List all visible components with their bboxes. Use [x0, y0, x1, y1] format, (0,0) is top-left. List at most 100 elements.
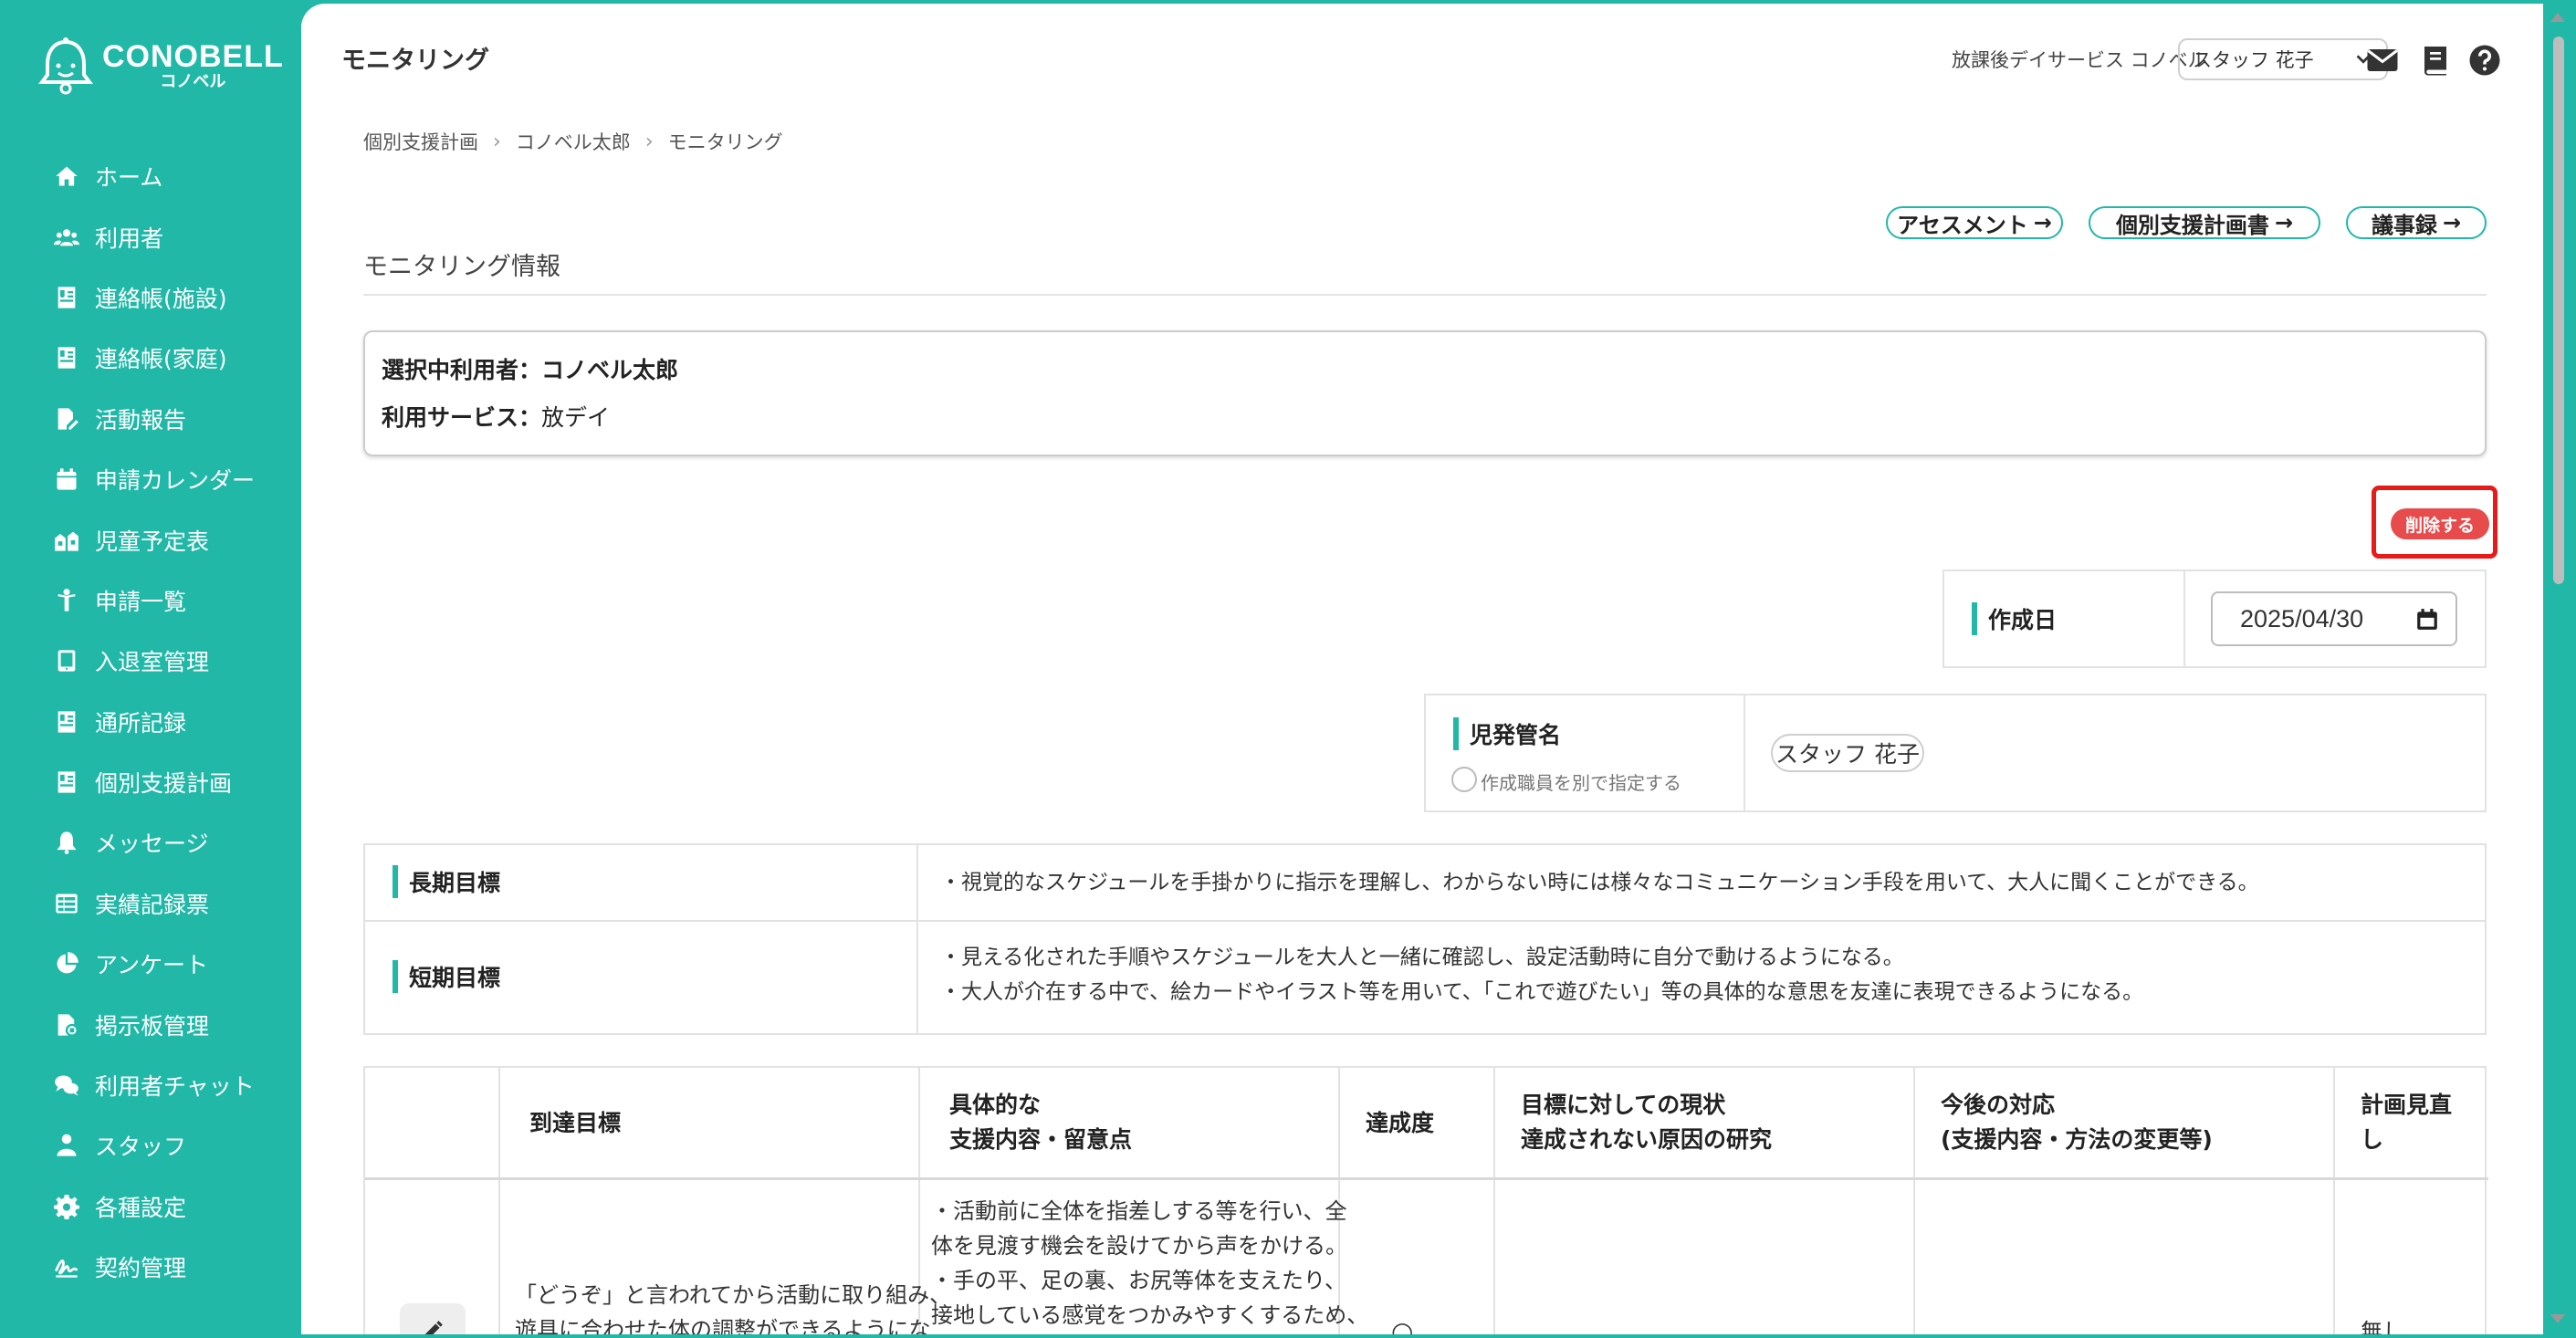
- long-term-goal-label: 長期目標: [393, 865, 500, 898]
- sidebar: CONOBELL コノベル ホーム 利用者 連絡帳(施設) 連絡帳(家庭) 活動…: [0, 0, 301, 1338]
- sidebar-item-survey[interactable]: アンケート: [0, 934, 301, 994]
- divider: [1913, 1068, 1915, 1334]
- sidebar-item-label: 児童予定表: [95, 528, 210, 555]
- sidebar-item-activity-report[interactable]: 活動報告: [0, 389, 301, 449]
- scroll-up-arrow[interactable]: [2550, 13, 2565, 22]
- file-image-icon: [53, 1011, 80, 1039]
- sidebar-item-label: 契約管理: [95, 1255, 187, 1282]
- sidebar-item-contact-home[interactable]: 連絡帳(家庭): [0, 328, 301, 388]
- brand-name: CONOBELL: [102, 39, 284, 74]
- sidebar-item-entry-exit[interactable]: 入退室管理: [0, 631, 301, 691]
- header-achievement: 達成度: [1366, 1110, 1435, 1136]
- breadcrumb-item[interactable]: コノベル太郎: [516, 128, 631, 155]
- staff-select[interactable]: スタッフ 花子: [2178, 38, 2388, 80]
- sidebar-item-label: 利用者: [95, 225, 164, 252]
- section-title: モニタリング情報: [363, 253, 560, 281]
- sidebar-item-request-list[interactable]: 申請一覧: [0, 570, 301, 631]
- specify-staff-radio[interactable]: [1451, 767, 1477, 792]
- sidebar-item-message[interactable]: メッセージ: [0, 812, 301, 873]
- page-title: モニタリング: [341, 47, 489, 75]
- home-icon: [53, 162, 80, 190]
- sidebar-item-label: 活動報告: [95, 406, 187, 434]
- help-icon[interactable]: [2468, 44, 2501, 77]
- building-icon: [53, 527, 80, 554]
- row-target-line-1: 「どうぞ」と言われてから活動に取り組み、: [515, 1282, 952, 1308]
- sidebar-item-label: 各種設定: [95, 1194, 187, 1221]
- arrow-right-icon: →: [2033, 210, 2052, 235]
- bell-icon: [53, 829, 80, 856]
- row-target-line-2: 遊具に合わせた体の調整ができるようにな: [515, 1317, 931, 1334]
- sidebar-item-board[interactable]: 掲示板管理: [0, 994, 301, 1054]
- short-term-goal-label: 短期目標: [393, 960, 500, 993]
- breadcrumb: 個別支援計画 › コノベル太郎 › モニタリング: [363, 128, 783, 155]
- divider: [365, 920, 2485, 922]
- mail-icon[interactable]: [2366, 44, 2399, 77]
- signature-icon: [53, 1253, 80, 1281]
- divider: [1744, 695, 1745, 810]
- bell-logo-icon: [38, 37, 93, 95]
- short-term-goal-text-1: ・見える化された手順やスケジュールを大人と一緒に確認し、設定活動時に自分で動ける…: [940, 946, 1904, 969]
- accent-bar: [1453, 717, 1459, 750]
- table-icon: [53, 890, 80, 917]
- sidebar-item-label: 申請カレンダー: [95, 467, 256, 495]
- header-future: 今後の対応 (支援内容・方法の変更等): [1941, 1092, 2213, 1153]
- accent-bar: [393, 865, 398, 898]
- sidebar-item-label: スタッフ: [95, 1134, 187, 1161]
- sidebar-item-child-schedule[interactable]: 児童予定表: [0, 509, 301, 570]
- child-icon: [53, 587, 80, 614]
- sidebar-item-users[interactable]: 利用者: [0, 206, 301, 267]
- scrollbar-thumb[interactable]: [2553, 37, 2564, 584]
- delete-highlight: 削除する: [2372, 486, 2497, 559]
- sidebar-item-label: 実績記録票: [95, 891, 210, 918]
- sidebar-item-support-plan[interactable]: 個別支援計画: [0, 752, 301, 812]
- contact-card-icon: [53, 708, 80, 736]
- header-review: 計画見直 し: [2361, 1092, 2453, 1153]
- divider: [1493, 1068, 1495, 1334]
- manager-staff-chip[interactable]: スタッフ 花子: [1771, 734, 1924, 772]
- sidebar-item-label: ホーム: [95, 164, 163, 192]
- sidebar-item-user-chat[interactable]: 利用者チャット: [0, 1055, 301, 1115]
- sidebar-item-request-calendar[interactable]: 申請カレンダー: [0, 449, 301, 509]
- selected-user-label: 選択中利用者：: [382, 357, 542, 383]
- row-achievement: ○: [1391, 1316, 1414, 1334]
- chat-icon: [53, 1071, 80, 1099]
- main-content: モニタリング 放課後デイサービス コノベル スタッフ 花子 個別支援計画 › コ…: [301, 4, 2543, 1334]
- minutes-link-button[interactable]: 議事録 →: [2346, 206, 2487, 239]
- divider: [363, 294, 2487, 296]
- divider: [498, 1068, 500, 1334]
- service-line: 利用サービス：放デイ: [382, 400, 610, 433]
- breadcrumb-item[interactable]: 個別支援計画: [363, 128, 478, 155]
- support-plan-link-button[interactable]: 個別支援計画書 →: [2089, 206, 2320, 239]
- assessment-link-button[interactable]: アセスメント →: [1886, 206, 2063, 239]
- sidebar-item-label: アンケート: [95, 952, 209, 979]
- sidebar-nav: ホーム 利用者 連絡帳(施設) 連絡帳(家庭) 活動報告 申請カレンダー 児童予…: [0, 146, 301, 1297]
- calendar-icon: [53, 465, 80, 493]
- chevron-right-icon: ›: [644, 130, 654, 153]
- created-date-input[interactable]: 2025/04/30: [2211, 591, 2457, 646]
- selected-user-line: 選択中利用者：コノベル太郎: [382, 352, 678, 385]
- brand-logo[interactable]: CONOBELL コノベル: [38, 33, 283, 99]
- edit-row-button[interactable]: [400, 1303, 466, 1334]
- sidebar-item-attendance-record[interactable]: 通所記録: [0, 692, 301, 752]
- book-icon[interactable]: [2419, 44, 2452, 77]
- sidebar-item-label: 連絡帳(施設): [95, 285, 227, 312]
- manager-label: 児発管名: [1453, 717, 1561, 750]
- delete-button[interactable]: 削除する: [2391, 508, 2489, 539]
- manager-table: 児発管名 作成職員を別で指定する: [1424, 694, 2487, 812]
- accent-bar: [1972, 602, 1977, 635]
- sidebar-item-home[interactable]: ホーム: [0, 146, 301, 206]
- staff-select-value: スタッフ 花子: [2193, 49, 2314, 71]
- sidebar-item-label: 利用者チャット: [95, 1073, 255, 1101]
- selected-user-info: 選択中利用者：コノベル太郎 利用サービス：放デイ: [363, 330, 2487, 456]
- sidebar-item-label: 個別支援計画: [95, 770, 233, 798]
- monitoring-table: 到達目標 具体的な 支援内容・留意点 達成度 目標に対しての現状 達成されない原…: [363, 1066, 2488, 1334]
- sidebar-item-staff[interactable]: スタッフ: [0, 1115, 301, 1176]
- sidebar-item-performance-record[interactable]: 実績記録票: [0, 873, 301, 934]
- service-value: 放デイ: [541, 404, 611, 431]
- sidebar-item-contract[interactable]: 契約管理: [0, 1237, 301, 1297]
- contact-card-icon: [53, 344, 80, 371]
- scroll-down-arrow[interactable]: [2550, 1314, 2565, 1323]
- sidebar-item-contact-facility[interactable]: 連絡帳(施設): [0, 267, 301, 328]
- header-support: 具体的な 支援内容・留意点: [949, 1092, 1133, 1153]
- sidebar-item-settings[interactable]: 各種設定: [0, 1176, 301, 1237]
